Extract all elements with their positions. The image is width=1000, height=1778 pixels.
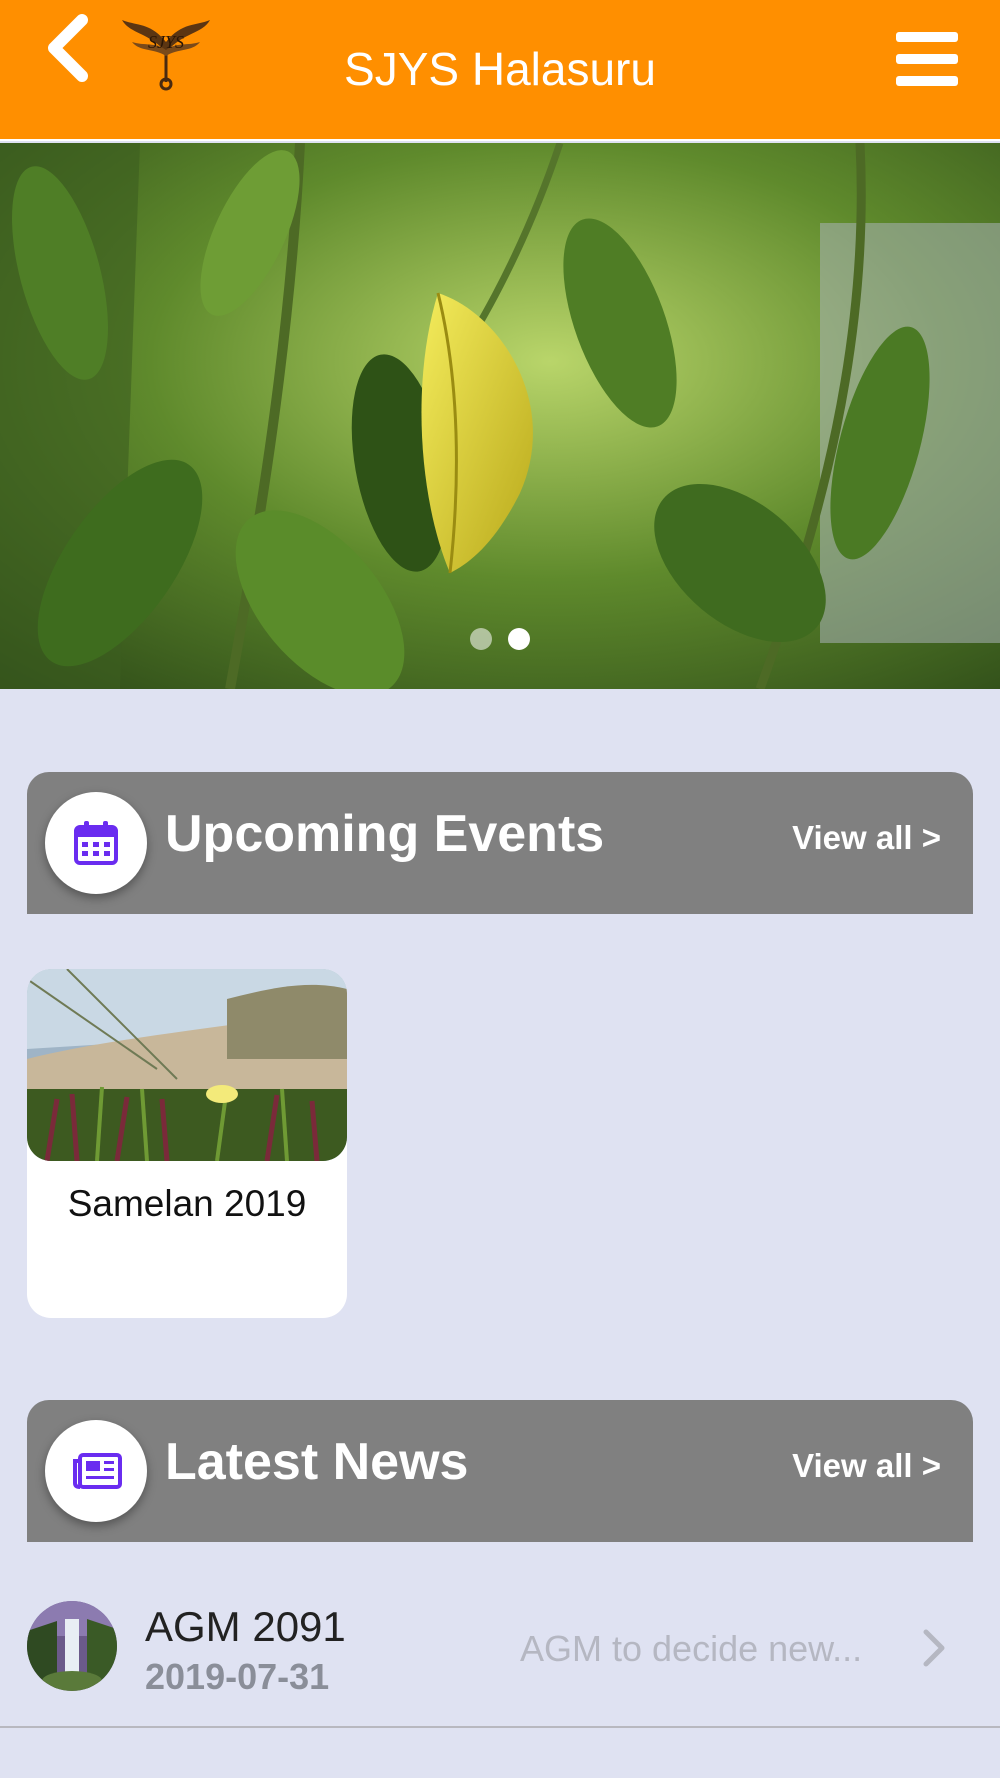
news-thumbnail <box>27 1601 117 1691</box>
section-title: Upcoming Events <box>165 805 605 863</box>
carousel-dot-2[interactable] <box>508 628 530 650</box>
event-card[interactable]: Samelan 2019 <box>27 969 347 1318</box>
svg-text:SJYS: SJYS <box>148 32 184 52</box>
news-date: 2019-07-31 <box>145 1656 330 1697</box>
hamburger-menu-button[interactable] <box>892 28 962 90</box>
latest-news-header: Latest News View all > <box>27 1400 973 1542</box>
news-view-all-link[interactable]: View all > <box>792 1447 941 1485</box>
calendar-icon <box>74 821 118 865</box>
event-title: Samelan 2019 <box>67 1183 307 1224</box>
event-thumbnail <box>27 969 347 1161</box>
carousel-dot-1[interactable] <box>470 628 492 650</box>
calendar-icon-badge <box>45 792 147 894</box>
menu-icon <box>896 32 958 42</box>
news-list-item[interactable]: AGM 2091 2019-07-31 AGM to decide new... <box>0 1588 1000 1728</box>
hero-image <box>0 143 1000 689</box>
newspaper-icon-badge <box>45 1420 147 1522</box>
news-title: AGM 2091 <box>145 1603 346 1650</box>
app-logo: SJYS <box>118 12 214 92</box>
carousel-indicator <box>470 628 530 652</box>
hero-carousel[interactable] <box>0 143 1000 689</box>
chevron-right-icon <box>923 1629 945 1667</box>
newspaper-icon <box>73 1453 122 1489</box>
app-header: SJYS SJYS Halasuru <box>0 0 1000 141</box>
chevron-left-icon <box>48 14 88 82</box>
events-view-all-link[interactable]: View all > <box>792 819 941 857</box>
back-button[interactable] <box>40 12 96 84</box>
section-title: Latest News <box>165 1433 469 1491</box>
upcoming-events-header: Upcoming Events View all > <box>27 772 973 914</box>
news-summary: AGM to decide new... <box>520 1628 863 1669</box>
